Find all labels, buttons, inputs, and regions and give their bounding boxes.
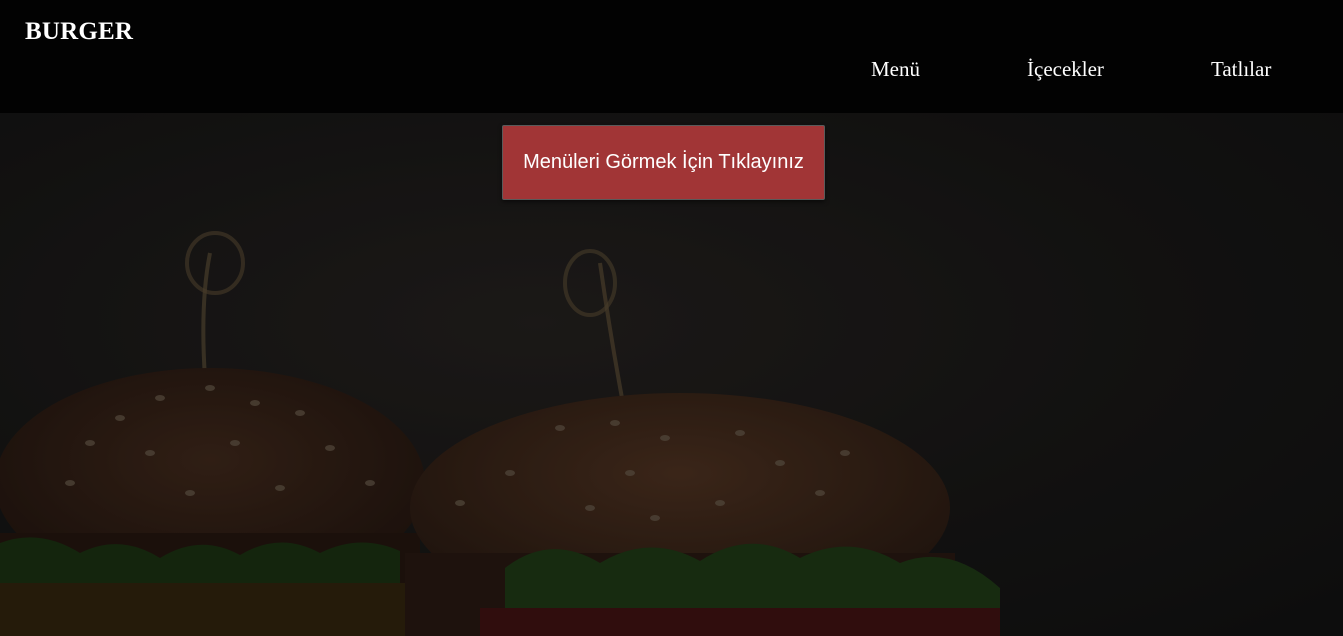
view-menus-button[interactable]: Menüleri Görmek İçin Tıklayınız xyxy=(502,125,825,200)
nav-link-menu[interactable]: Menü xyxy=(871,57,920,82)
nav-link-drinks[interactable]: İçecekler xyxy=(1027,57,1104,82)
nav-link-desserts[interactable]: Tatlılar xyxy=(1211,57,1271,82)
brand-logo-text[interactable]: BURGER xyxy=(25,18,133,46)
top-navbar: BURGER Menü İçecekler Tatlılar xyxy=(0,0,1343,113)
